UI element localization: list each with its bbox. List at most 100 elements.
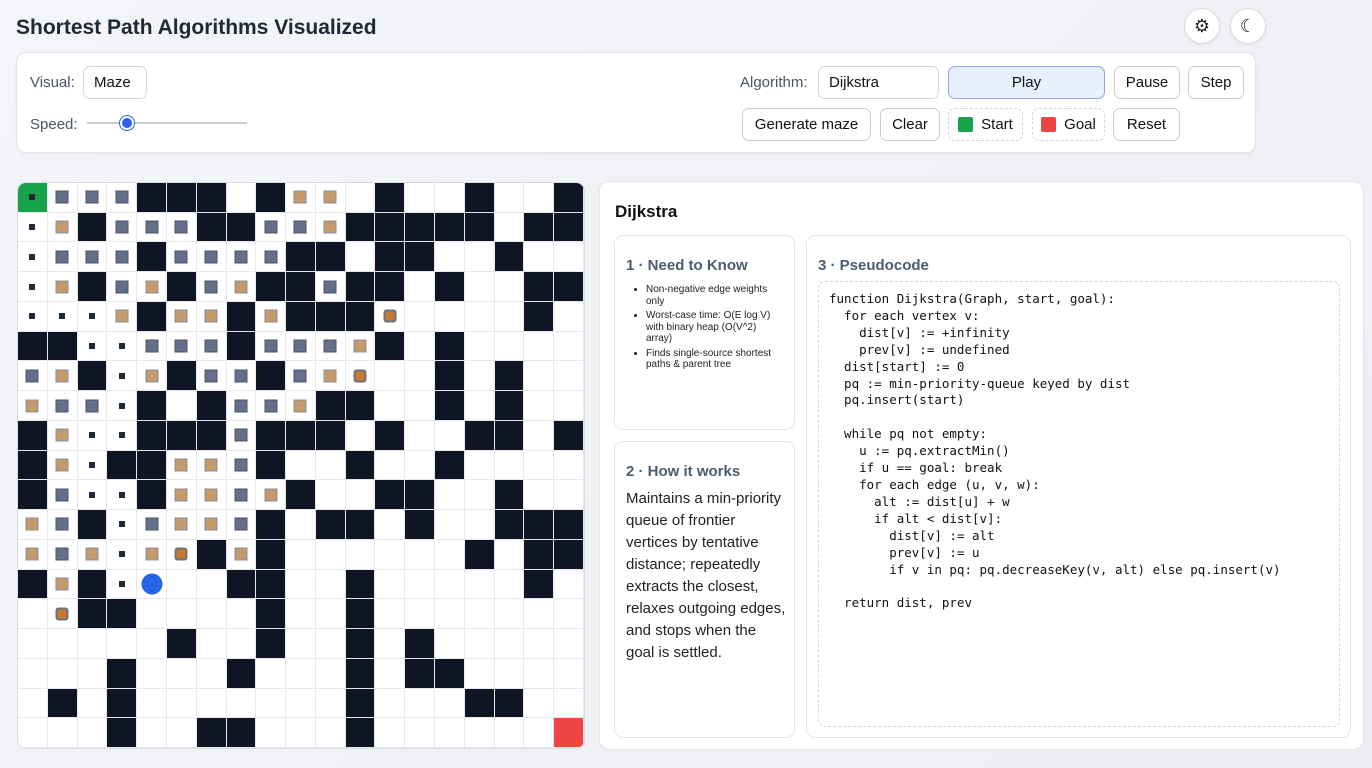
empty-cell[interactable] — [464, 599, 495, 630]
frontier-cell[interactable] — [47, 569, 78, 600]
visual-select[interactable]: Maze — [83, 66, 147, 99]
empty-cell[interactable] — [435, 183, 465, 213]
empty-cell[interactable] — [345, 242, 376, 273]
empty-cell[interactable] — [405, 450, 436, 481]
frontier-cell[interactable] — [315, 183, 346, 213]
empty-cell[interactable] — [375, 361, 406, 392]
visited-cell[interactable] — [226, 420, 257, 451]
wall-cell[interactable] — [256, 420, 287, 451]
empty-cell[interactable] — [524, 450, 555, 481]
visited-cell[interactable] — [256, 242, 287, 273]
empty-cell[interactable] — [494, 658, 525, 689]
wall-cell[interactable] — [405, 510, 436, 540]
wall-cell[interactable] — [226, 331, 257, 362]
path-cell[interactable] — [18, 301, 48, 332]
empty-cell[interactable] — [435, 301, 465, 332]
empty-cell[interactable] — [554, 450, 584, 481]
wall-cell[interactable] — [77, 510, 108, 540]
path-cell[interactable] — [77, 331, 108, 362]
frontier-cell[interactable] — [18, 391, 48, 421]
empty-cell[interactable] — [405, 688, 436, 719]
wall-cell[interactable] — [286, 272, 316, 302]
visited-cell[interactable] — [196, 242, 227, 273]
wall-cell[interactable] — [345, 718, 376, 748]
wall-cell[interactable] — [315, 301, 346, 332]
visited-cell[interactable] — [196, 331, 227, 362]
wall-cell[interactable] — [554, 420, 584, 451]
frontier-cell[interactable] — [166, 450, 197, 481]
empty-cell[interactable] — [494, 272, 525, 302]
empty-cell[interactable] — [524, 629, 555, 659]
frontier-cell[interactable] — [77, 539, 108, 570]
empty-cell[interactable] — [315, 658, 346, 689]
frontier-cell[interactable] — [137, 272, 167, 302]
wall-cell[interactable] — [405, 242, 436, 273]
empty-cell[interactable] — [375, 718, 406, 748]
empty-cell[interactable] — [405, 718, 436, 748]
visited-cell[interactable] — [315, 272, 346, 302]
empty-cell[interactable] — [137, 658, 167, 689]
wall-cell[interactable] — [107, 718, 138, 748]
empty-cell[interactable] — [435, 629, 465, 659]
empty-cell[interactable] — [286, 450, 316, 481]
empty-cell[interactable] — [405, 301, 436, 332]
wall-cell[interactable] — [196, 718, 227, 748]
frontier-cell[interactable] — [315, 212, 346, 243]
empty-cell[interactable] — [494, 212, 525, 243]
path-cell[interactable] — [107, 420, 138, 451]
empty-cell[interactable] — [554, 658, 584, 689]
empty-cell[interactable] — [77, 688, 108, 719]
visited-cell[interactable] — [107, 183, 138, 213]
visited-cell[interactable] — [226, 391, 257, 421]
wall-cell[interactable] — [137, 301, 167, 332]
empty-cell[interactable] — [226, 688, 257, 719]
empty-cell[interactable] — [166, 599, 197, 630]
empty-cell[interactable] — [405, 420, 436, 451]
empty-cell[interactable] — [77, 629, 108, 659]
wall-cell[interactable] — [494, 480, 525, 511]
wall-cell[interactable] — [494, 688, 525, 719]
visited-cell[interactable] — [226, 510, 257, 540]
empty-cell[interactable] — [196, 658, 227, 689]
frontier-cell[interactable] — [18, 510, 48, 540]
empty-cell[interactable] — [554, 242, 584, 273]
empty-cell[interactable] — [464, 658, 495, 689]
wall-cell[interactable] — [435, 361, 465, 392]
wall-cell[interactable] — [375, 212, 406, 243]
empty-cell[interactable] — [464, 272, 495, 302]
frontier-cell[interactable] — [286, 183, 316, 213]
frontier-cell[interactable] — [166, 301, 197, 332]
empty-cell[interactable] — [286, 718, 316, 748]
wall-cell[interactable] — [77, 569, 108, 600]
empty-cell[interactable] — [554, 331, 584, 362]
wall-cell[interactable] — [256, 450, 287, 481]
wall-cell[interactable] — [435, 391, 465, 421]
empty-cell[interactable] — [494, 450, 525, 481]
empty-cell[interactable] — [18, 629, 48, 659]
visited-cell[interactable] — [47, 183, 78, 213]
frontier-cell[interactable] — [47, 420, 78, 451]
frontier-cell[interactable] — [256, 480, 287, 511]
empty-cell[interactable] — [315, 569, 346, 600]
empty-cell[interactable] — [256, 718, 287, 748]
empty-cell[interactable] — [405, 331, 436, 362]
algorithm-select[interactable]: Dijkstra — [818, 66, 939, 99]
empty-cell[interactable] — [524, 658, 555, 689]
empty-cell[interactable] — [524, 361, 555, 392]
wall-cell[interactable] — [286, 420, 316, 451]
wall-cell[interactable] — [226, 658, 257, 689]
empty-cell[interactable] — [137, 688, 167, 719]
wall-cell[interactable] — [256, 361, 287, 392]
frontier-cell[interactable] — [166, 480, 197, 511]
empty-cell[interactable] — [315, 629, 346, 659]
wall-cell[interactable] — [405, 480, 436, 511]
empty-cell[interactable] — [524, 480, 555, 511]
empty-cell[interactable] — [524, 331, 555, 362]
empty-cell[interactable] — [405, 391, 436, 421]
path-cell[interactable] — [18, 272, 48, 302]
visited-cell[interactable] — [47, 510, 78, 540]
wall-cell[interactable] — [554, 212, 584, 243]
empty-cell[interactable] — [375, 391, 406, 421]
start-button[interactable]: Start — [948, 108, 1023, 141]
empty-cell[interactable] — [435, 569, 465, 600]
